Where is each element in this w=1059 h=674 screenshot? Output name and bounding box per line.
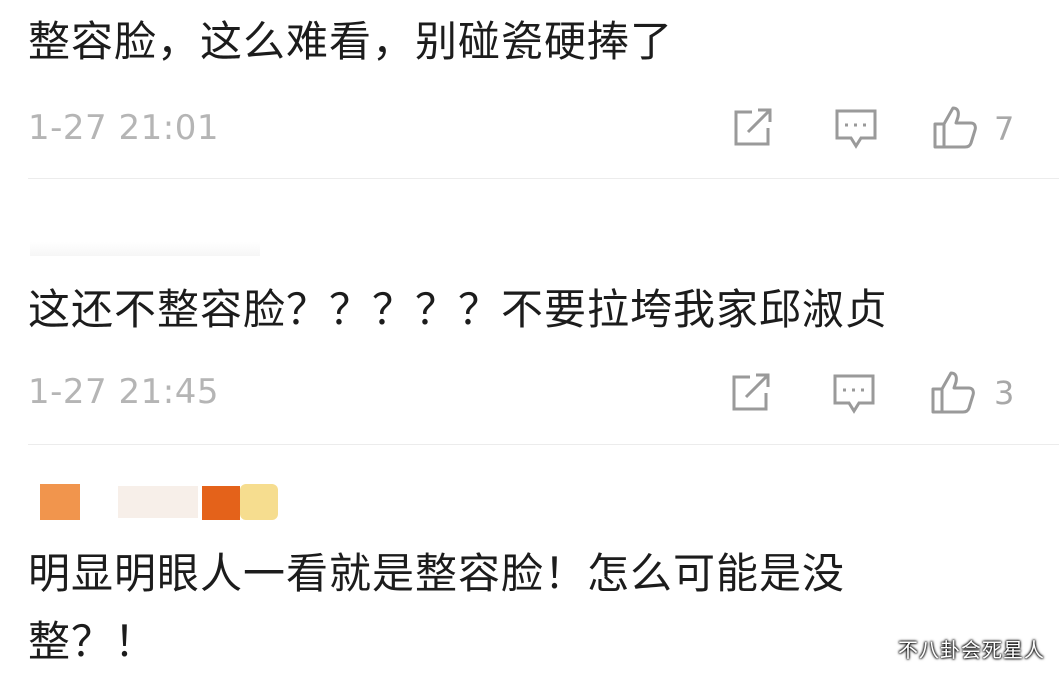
like-count: 7: [994, 110, 1015, 148]
watermark: 不八卦会死星人: [898, 638, 1045, 662]
username-redacted: [118, 486, 198, 518]
member-badge: [240, 484, 278, 520]
comment-text-line-1: 明显明眼人一看就是整容脸！怎么可能是没: [28, 549, 846, 598]
level-badge: [202, 486, 240, 520]
thumbs-up-icon[interactable]: [930, 369, 976, 415]
like-count: 3: [994, 374, 1015, 412]
comment-text: 整容脸，这么难看，别碰瓷硬捧了: [28, 17, 674, 66]
comment-divider: [28, 178, 1059, 179]
share-icon[interactable]: [730, 373, 772, 413]
share-icon[interactable]: [732, 108, 774, 148]
comment-text-line-2: 整？！: [28, 617, 158, 666]
comment-text: 这还不整容脸？？？？？不要拉垮我家邱淑贞: [28, 285, 889, 334]
username-cropped: [30, 242, 260, 256]
reply-icon[interactable]: [832, 373, 876, 415]
avatar-redacted: [40, 484, 80, 520]
comment-timestamp: 1-27 21:01: [28, 108, 219, 148]
thumbs-up-icon[interactable]: [932, 104, 978, 150]
comment-divider: [28, 444, 1059, 445]
reply-icon[interactable]: [834, 108, 878, 150]
comment-timestamp: 1-27 21:45: [28, 372, 219, 412]
